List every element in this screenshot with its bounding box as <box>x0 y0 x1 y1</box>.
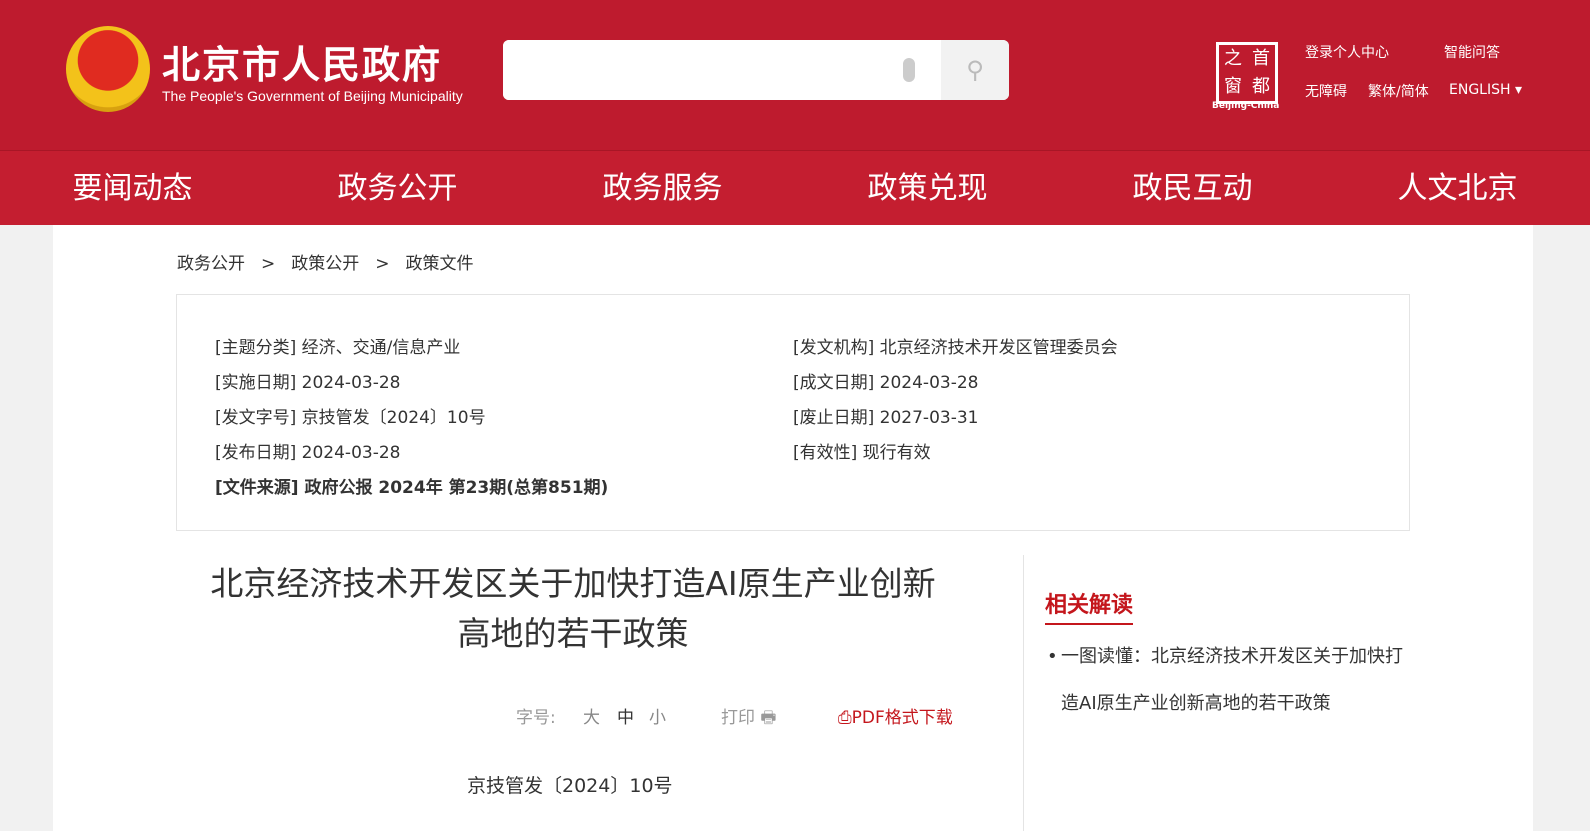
site-subtitle: The People's Government of Beijing Munic… <box>162 88 463 104</box>
made-date: [成文日期] 2024-03-28 <box>793 373 979 393</box>
pdf-icon: ⎙ <box>838 708 852 728</box>
document-info-box: [主题分类] 经济、交通/信息产业 [发文机构] 北京经济技术开发区管理委员会 … <box>176 294 1410 531</box>
search-button[interactable]: ⚲ <box>941 40 1009 100</box>
related-item-link[interactable]: • 一图读懂：北京经济技术开发区关于加快打造AI原生产业创新高地的若干政策 <box>1047 633 1407 727</box>
document-source-link[interactable]: [文件来源] 政府公报 2024年 第23期(总第851期) <box>215 473 608 498</box>
main-content: 政务公开 > 政策公开 > 政策文件 [主题分类] 经济、交通/信息产业 [发文机构] … <box>53 225 1533 831</box>
print-button[interactable]: 打印 🖶 <box>721 703 776 734</box>
microphone-icon[interactable] <box>903 58 915 82</box>
breadcrumb: 政务公开 > 政策公开 > 政策文件 <box>177 249 490 274</box>
doc-number: [发文字号] 京技管发〔2024〕10号 <box>215 408 486 428</box>
logo-char: 首 <box>1252 48 1270 69</box>
font-large-button[interactable]: 大 <box>583 703 600 728</box>
font-size-label: 字号: <box>516 708 556 728</box>
nav-gov-services[interactable]: 政务服务 <box>530 151 795 225</box>
logo-char: 之 <box>1224 48 1242 69</box>
nav-interaction[interactable]: 政民互动 <box>1060 151 1325 225</box>
breadcrumb-separator: > <box>375 254 390 274</box>
font-medium-button[interactable]: 中 <box>617 703 634 728</box>
font-small-button[interactable]: 小 <box>649 703 666 728</box>
nav-culture[interactable]: 人文北京 <box>1325 151 1590 225</box>
breadcrumb-separator: > <box>261 254 276 274</box>
abolish-date: [废止日期] 2027-03-31 <box>793 408 979 428</box>
title-line: 北京经济技术开发区关于加快打造AI原生产业创新 <box>210 564 936 603</box>
site-title[interactable]: 北京市人民政府 <box>162 34 442 89</box>
topic: [主题分类] 经济、交通/信息产业 <box>215 338 461 358</box>
nav-news[interactable]: 要闻动态 <box>0 151 265 225</box>
english-dropdown[interactable]: ENGLISH ▾ <box>1449 82 1522 98</box>
divider <box>1023 555 1024 831</box>
title-line: 高地的若干政策 <box>457 614 689 653</box>
nav-gov-affairs-open[interactable]: 政务公开 <box>265 151 530 225</box>
validity: [有效性] 现行有效 <box>793 443 931 463</box>
pdf-label: PDF格式下载 <box>851 708 953 728</box>
document-number: 京技管发〔2024〕10号 <box>467 775 673 797</box>
breadcrumb-item[interactable]: 政策文件 <box>406 254 474 274</box>
main-nav: 要闻动态 政务公开 政务服务 政策兑现 政民互动 人文北京 <box>0 150 1590 225</box>
search-input[interactable] <box>503 40 883 100</box>
nav-policy-fulfillment[interactable]: 政策兑现 <box>795 151 1060 225</box>
logo-subtext: Beijing-China <box>1212 101 1280 111</box>
impl-date: [实施日期] 2024-03-28 <box>215 373 401 393</box>
document-title: 北京经济技术开发区关于加快打造AI原生产业创新 高地的若干政策 <box>183 559 963 659</box>
related-item-text: 一图读懂：北京经济技术开发区关于加快打造AI原生产业创新高地的若干政策 <box>1061 646 1403 714</box>
agency: [发文机构] 北京经济技术开发区管理委员会 <box>793 338 1118 358</box>
print-label: 打印 <box>721 708 755 728</box>
logo-char: 都 <box>1252 76 1270 97</box>
breadcrumb-item[interactable]: 政务公开 <box>177 254 245 274</box>
related-heading: 相关解读 <box>1045 587 1134 625</box>
smart-qa-link[interactable]: 智能问答 <box>1444 42 1500 62</box>
search-icon: ⚲ <box>966 56 984 84</box>
bullet: • <box>1047 646 1058 667</box>
language-switch-link[interactable]: 繁体/简体 <box>1368 81 1429 101</box>
login-link[interactable]: 登录个人中心 <box>1305 42 1389 62</box>
capital-window-logo[interactable]: 之首窗都 <box>1216 42 1278 104</box>
header: 北京市人民政府 The People's Government of Beiji… <box>0 0 1590 150</box>
breadcrumb-item[interactable]: 政策公开 <box>291 254 359 274</box>
national-emblem-logo <box>66 26 150 112</box>
pdf-download-button[interactable]: ⎙PDF格式下载 <box>838 703 953 728</box>
accessibility-link[interactable]: 无障碍 <box>1305 81 1347 101</box>
search-box: ⚲ <box>503 40 1009 100</box>
logo-char: 窗 <box>1224 76 1242 97</box>
publish-date: [发布日期] 2024-03-28 <box>215 443 401 463</box>
printer-icon: 🖶 <box>760 708 777 728</box>
